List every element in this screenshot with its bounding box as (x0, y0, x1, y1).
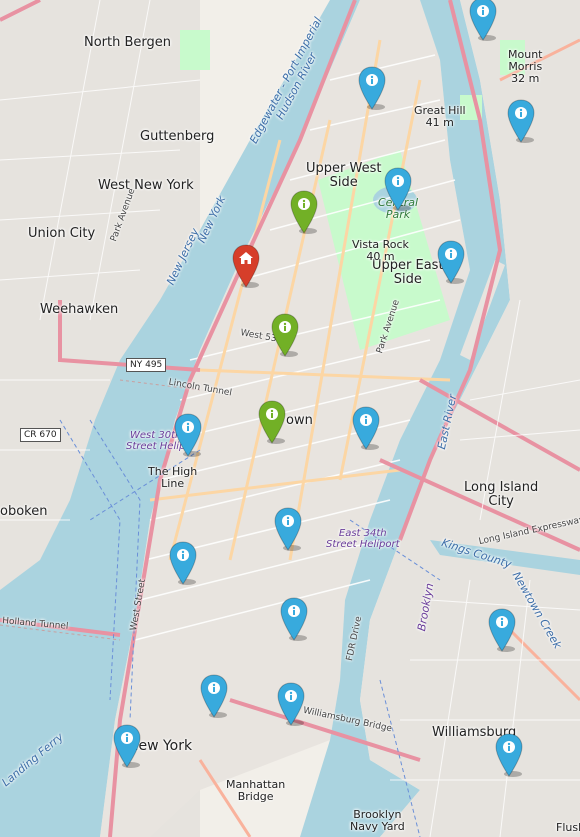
shield-cr670: CR 670 (20, 428, 61, 442)
label-union-city: Union City (28, 226, 96, 241)
info-icon (182, 421, 194, 433)
marker-pin (271, 313, 299, 357)
marker-blue-11[interactable] (487, 608, 517, 652)
info-icon (121, 732, 133, 744)
label-vista-rock: Vista Rock 40 m (352, 238, 409, 264)
marker-pin (495, 733, 523, 777)
marker-pin (488, 608, 516, 652)
label-west-new-york: West New York (98, 178, 194, 193)
marker-blue-5[interactable] (436, 240, 466, 284)
marker-blue-3[interactable] (506, 99, 536, 143)
marker-blue-15[interactable] (494, 733, 524, 777)
marker-pin (277, 682, 305, 726)
info-icon (279, 321, 291, 333)
label-flushing: Flush (556, 821, 580, 834)
info-icon (177, 549, 189, 561)
label-upper-west-side: Upper West Side (306, 161, 382, 191)
info-icon (282, 515, 294, 527)
info-icon (298, 198, 310, 210)
marker-pin (174, 413, 202, 457)
marker-blue-10[interactable] (279, 597, 309, 641)
marker-pin (290, 190, 318, 234)
label-mount-morris: Mount Morris 32 m (508, 48, 543, 86)
marker-pin (113, 724, 141, 768)
info-icon (366, 74, 378, 86)
marker-pin (280, 597, 308, 641)
info-icon (515, 107, 527, 119)
marker-green-1[interactable] (289, 190, 319, 234)
marker-pin (352, 406, 380, 450)
marker-pin (469, 0, 497, 41)
marker-pin (169, 541, 197, 585)
marker-blue-9[interactable] (168, 541, 198, 585)
label-guttenberg: Guttenberg (140, 129, 215, 144)
marker-blue-1[interactable] (468, 0, 498, 41)
label-north-bergen: North Bergen (84, 35, 172, 50)
marker-pin (384, 167, 412, 211)
label-great-hill: Great Hill 41 m (414, 104, 466, 130)
marker-blue-14[interactable] (112, 724, 142, 768)
marker-blue-7[interactable] (173, 413, 203, 457)
info-icon (208, 682, 220, 694)
label-midtown: own (286, 413, 313, 428)
shield-ny495: NY 495 (126, 358, 167, 372)
info-icon (503, 741, 515, 753)
marker-green-3[interactable] (257, 400, 287, 444)
label-brooklyn-navy-yard: Brooklyn Navy Yard (350, 808, 405, 834)
marker-blue-8[interactable] (273, 507, 303, 551)
marker-blue-13[interactable] (276, 682, 306, 726)
info-icon (285, 690, 297, 702)
marker-blue-12[interactable] (199, 674, 229, 718)
marker-red-home[interactable] (231, 244, 261, 288)
label-manhattan-bridge: Manhattan Bridge (226, 778, 286, 804)
info-icon (392, 175, 404, 187)
marker-blue-2[interactable] (357, 66, 387, 110)
marker-pin (507, 99, 535, 143)
info-icon (496, 616, 508, 628)
info-icon (445, 248, 457, 260)
map-canvas[interactable]: North Bergen Guttenberg West New York Un… (0, 0, 580, 837)
marker-pin (274, 507, 302, 551)
info-icon (288, 605, 300, 617)
info-icon (360, 414, 372, 426)
label-east-heliport: East 34th Street Heliport (326, 528, 400, 550)
marker-blue-6[interactable] (351, 406, 381, 450)
marker-pin (437, 240, 465, 284)
marker-pin (258, 400, 286, 444)
label-long-island-city: Long Island City (464, 480, 539, 510)
marker-green-2[interactable] (270, 313, 300, 357)
marker-pin (232, 244, 260, 288)
marker-pin (200, 674, 228, 718)
label-weehawken: Weehawken (40, 302, 119, 317)
label-the-high-line: The High Line (148, 465, 198, 491)
info-icon (477, 5, 489, 17)
marker-pin (358, 66, 386, 110)
info-icon (266, 408, 278, 420)
label-upper-east-side: Upper East Side (372, 258, 444, 288)
label-hoboken: oboken (0, 504, 48, 519)
marker-blue-4[interactable] (383, 167, 413, 211)
